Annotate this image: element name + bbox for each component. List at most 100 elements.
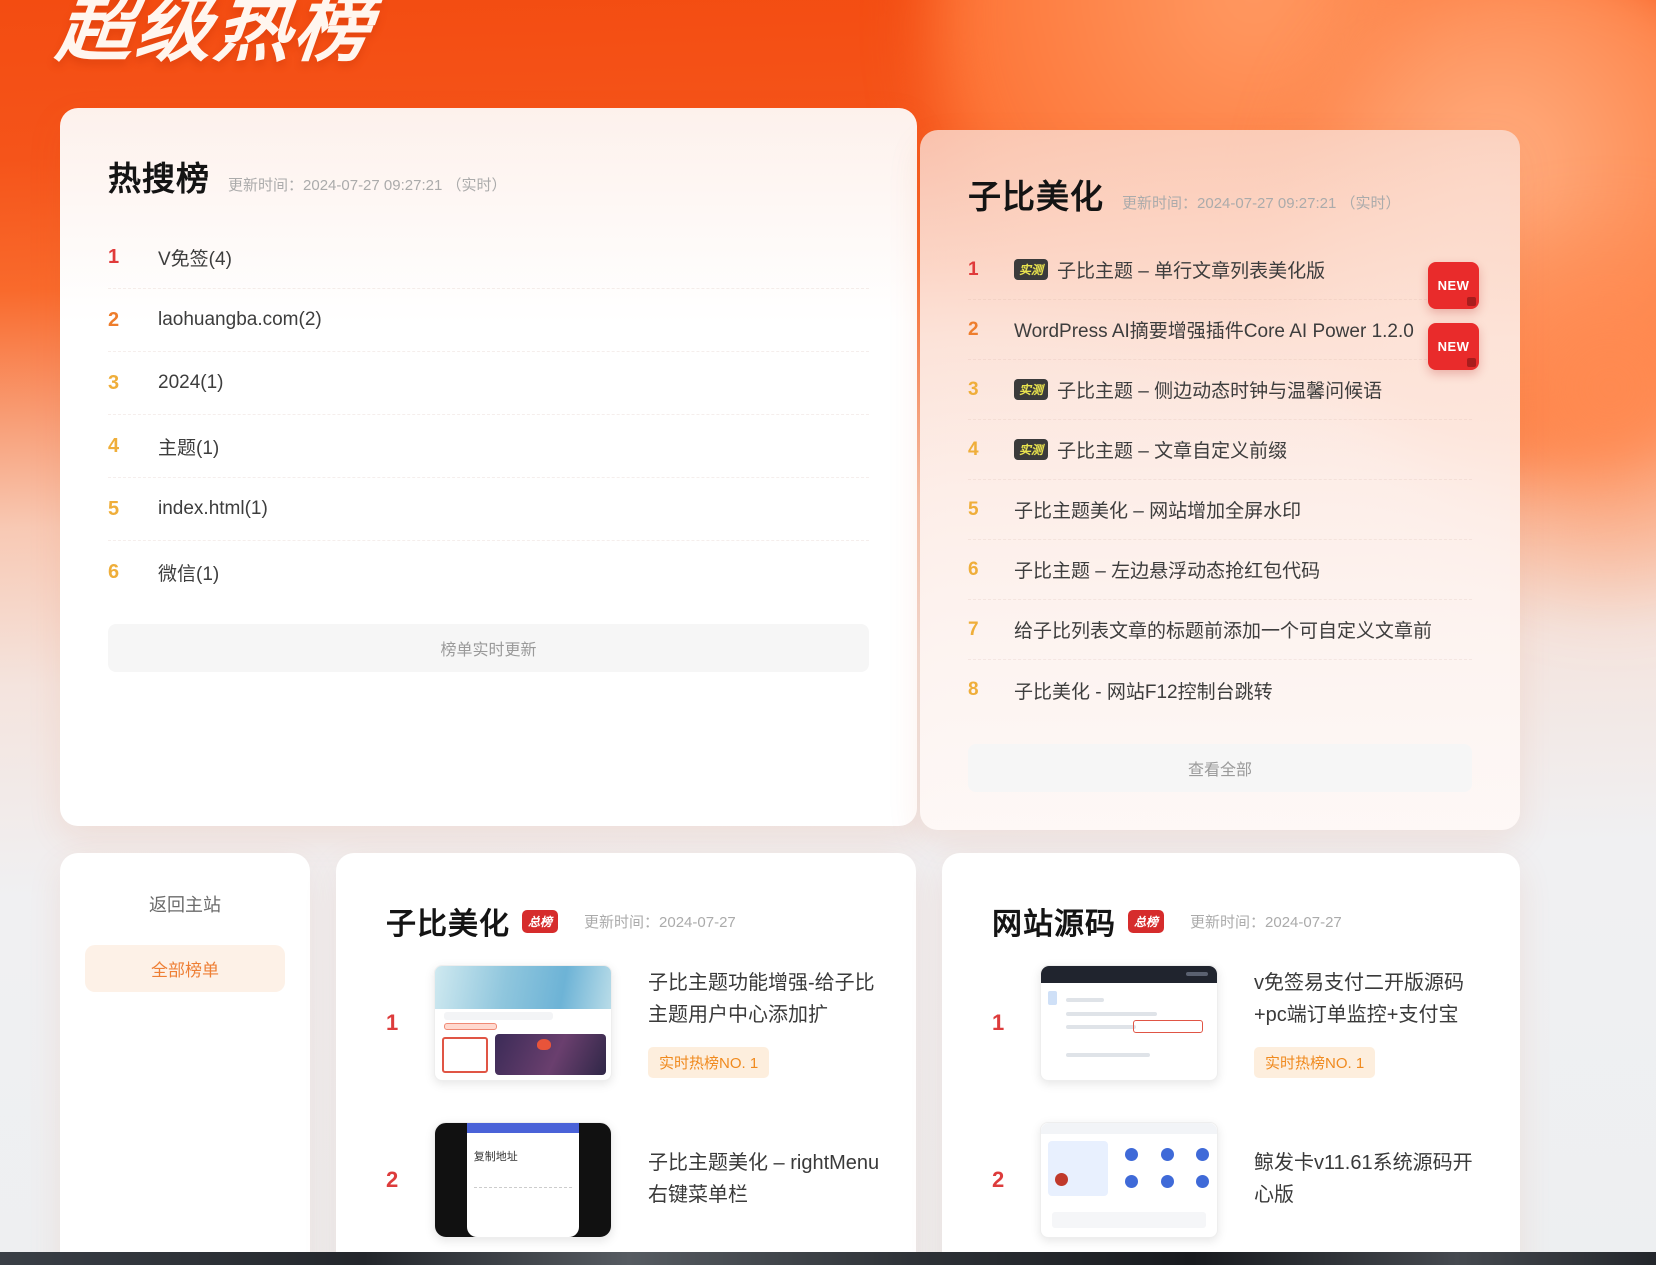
rank-number: 8 xyxy=(968,679,1014,701)
item-text: 子比主题美化 – 网站增加全屏水印 xyxy=(1014,496,1301,523)
site-source-update: 更新时间：2024-07-27 xyxy=(1190,911,1342,932)
item-text: index.html(1) xyxy=(158,498,268,520)
new-badge: NEW xyxy=(1428,262,1479,309)
list-item[interactable]: 5 子比主题美化 – 网站增加全屏水印 xyxy=(968,480,1472,540)
article-title[interactable]: 鲸发卡v11.61系统源码开心版 xyxy=(1254,1148,1490,1211)
zibi-update: 更新时间：2024-07-27 09:27:21 （实时） xyxy=(1122,192,1401,213)
rank-number: 1 xyxy=(968,259,1014,281)
total-badge: 总榜 xyxy=(1128,910,1164,933)
site-source-card: 网站源码 总榜 更新时间：2024-07-27 1 v免签易支付二开版源码+pc… xyxy=(942,853,1520,1265)
rank-number: 5 xyxy=(968,499,1014,521)
realtime-refresh-button[interactable]: 榜单实时更新 xyxy=(108,624,869,672)
list-item[interactable]: 1 子比主题功能增强-给子比主题用户中心添加扩 实时热榜NO. 1 xyxy=(386,965,916,1081)
item-text: 子比主题 – 文章自定义前缀 xyxy=(1057,436,1287,463)
list-item[interactable]: 2 WordPress AI摘要增强插件Core AI Power 1.2.0 xyxy=(968,300,1472,360)
site-source-title: 网站源码 xyxy=(992,899,1116,943)
new-badge: NEW xyxy=(1428,323,1479,370)
item-text: 子比主题 – 侧边动态时钟与温馨问候语 xyxy=(1057,376,1382,403)
rank-number: 7 xyxy=(968,619,1014,641)
rank-number: 1 xyxy=(992,1010,1040,1036)
item-text: laohuangba.com(2) xyxy=(158,309,322,331)
article-thumbnail xyxy=(434,965,612,1081)
list-item[interactable]: 2 复制地址 子比主题美化 – rightMenu右键菜单栏 xyxy=(386,1122,916,1238)
copy-address-label: 复制地址 xyxy=(474,1148,573,1164)
tested-badge: 实测 xyxy=(1014,379,1048,400)
list-item[interactable]: 1 v免签易支付二开版源码+pc端订单监控+支付宝 实时热榜NO. 1 xyxy=(992,965,1520,1081)
update-label: 更新时间： xyxy=(584,914,659,931)
zibi-beautify-card: 子比美化 更新时间：2024-07-27 09:27:21 （实时） 1 实测 … xyxy=(920,130,1520,830)
rank-number: 1 xyxy=(108,246,158,269)
bottom-page-edge xyxy=(0,1252,1656,1265)
list-item[interactable]: 1 实测 子比主题 – 单行文章列表美化版 xyxy=(968,240,1472,300)
rank-number: 3 xyxy=(968,379,1014,401)
article-thumbnail xyxy=(1040,965,1218,1081)
article-title[interactable]: 子比主题功能增强-给子比主题用户中心添加扩 xyxy=(648,968,884,1031)
item-text: 子比美化 - 网站F12控制台跳转 xyxy=(1014,677,1273,704)
article-title[interactable]: v免签易支付二开版源码+pc端订单监控+支付宝 xyxy=(1254,968,1490,1031)
item-text: 给子比列表文章的标题前添加一个可自定义文章前 xyxy=(1014,616,1432,643)
update-time: 2024-07-27 09:27:21 xyxy=(1197,195,1336,212)
update-time: 2024-07-27 xyxy=(1265,914,1342,931)
rank-number: 3 xyxy=(108,372,158,395)
update-label: 更新时间： xyxy=(1122,195,1197,212)
rank-number: 4 xyxy=(108,435,158,458)
article-thumbnail: 复制地址 xyxy=(434,1122,612,1238)
realtime-no1-badge: 实时热榜NO. 1 xyxy=(1254,1047,1375,1078)
item-text: 微信(1) xyxy=(158,559,219,586)
rank-number: 2 xyxy=(968,319,1014,341)
item-text: 主题(1) xyxy=(158,433,219,460)
hot-search-title: 热搜榜 xyxy=(108,152,210,200)
list-item[interactable]: 3 2024(1) xyxy=(108,352,869,415)
hot-search-update: 更新时间：2024-07-27 09:27:21 （实时） xyxy=(228,174,507,195)
realtime-label: （实时） xyxy=(446,177,506,194)
item-text: V免签(4) xyxy=(158,244,232,271)
list-item[interactable]: 4 主题(1) xyxy=(108,415,869,478)
tested-badge: 实测 xyxy=(1014,259,1048,280)
realtime-label: （实时） xyxy=(1340,195,1400,212)
list-item[interactable]: 2 laohuangba.com(2) xyxy=(108,289,869,352)
hot-search-list: 1 V免签(4) 2 laohuangba.com(2) 3 2024(1) 4… xyxy=(108,226,869,604)
list-item[interactable]: 7 给子比列表文章的标题前添加一个可自定义文章前 xyxy=(968,600,1472,660)
article-title[interactable]: 子比主题美化 – rightMenu右键菜单栏 xyxy=(648,1148,884,1211)
rank-number: 1 xyxy=(386,1010,434,1036)
zibi-total-update: 更新时间：2024-07-27 xyxy=(584,911,736,932)
zibi-list: 1 实测 子比主题 – 单行文章列表美化版 2 WordPress AI摘要增强… xyxy=(968,240,1472,720)
rank-number: 2 xyxy=(386,1167,434,1193)
rank-number: 4 xyxy=(968,439,1014,461)
zibi-total-card: 子比美化 总榜 更新时间：2024-07-27 1 子比主题功能增强-给子比主题… xyxy=(336,853,916,1265)
rank-number: 6 xyxy=(108,561,158,584)
update-label: 更新时间： xyxy=(1190,914,1265,931)
list-item[interactable]: 4 实测 子比主题 – 文章自定义前缀 xyxy=(968,420,1472,480)
rank-number: 6 xyxy=(968,559,1014,581)
item-text: 2024(1) xyxy=(158,372,224,394)
item-text: 子比主题 – 单行文章列表美化版 xyxy=(1057,256,1325,283)
back-to-main-site-link[interactable]: 返回主站 xyxy=(60,891,310,917)
view-all-button[interactable]: 查看全部 xyxy=(968,744,1472,792)
list-item[interactable]: 3 实测 子比主题 – 侧边动态时钟与温馨问候语 xyxy=(968,360,1472,420)
page: 超级热榜 热搜榜 更新时间：2024-07-27 09:27:21 （实时） 1… xyxy=(0,0,1656,1265)
list-item[interactable]: 6 微信(1) xyxy=(108,541,869,604)
site-logo: 超级热榜 xyxy=(52,0,380,76)
update-time: 2024-07-27 xyxy=(659,914,736,931)
zibi-total-title: 子比美化 xyxy=(386,899,510,943)
article-thumbnail xyxy=(1040,1122,1218,1238)
rank-number: 5 xyxy=(108,498,158,521)
rank-number: 2 xyxy=(992,1167,1040,1193)
item-text: 子比主题 – 左边悬浮动态抢红包代码 xyxy=(1014,556,1320,583)
list-item[interactable]: 1 V免签(4) xyxy=(108,226,869,289)
total-badge: 总榜 xyxy=(522,910,558,933)
list-item[interactable]: 8 子比美化 - 网站F12控制台跳转 xyxy=(968,660,1472,720)
all-lists-button[interactable]: 全部榜单 xyxy=(85,945,285,992)
list-item[interactable]: 5 index.html(1) xyxy=(108,478,869,541)
list-item[interactable]: 6 子比主题 – 左边悬浮动态抢红包代码 xyxy=(968,540,1472,600)
update-time: 2024-07-27 09:27:21 xyxy=(303,177,442,194)
tested-badge: 实测 xyxy=(1014,439,1048,460)
list-item[interactable]: 2 鲸发卡v11.61系统源码开心版 xyxy=(992,1122,1520,1238)
item-text: WordPress AI摘要增强插件Core AI Power 1.2.0 xyxy=(1014,316,1414,343)
realtime-no1-badge: 实时热榜NO. 1 xyxy=(648,1047,769,1078)
hot-search-card: 热搜榜 更新时间：2024-07-27 09:27:21 （实时） 1 V免签(… xyxy=(60,108,917,826)
zibi-title: 子比美化 xyxy=(968,170,1104,218)
update-label: 更新时间： xyxy=(228,177,303,194)
side-nav-card: 返回主站 全部榜单 xyxy=(60,853,310,1265)
rank-number: 2 xyxy=(108,309,158,332)
